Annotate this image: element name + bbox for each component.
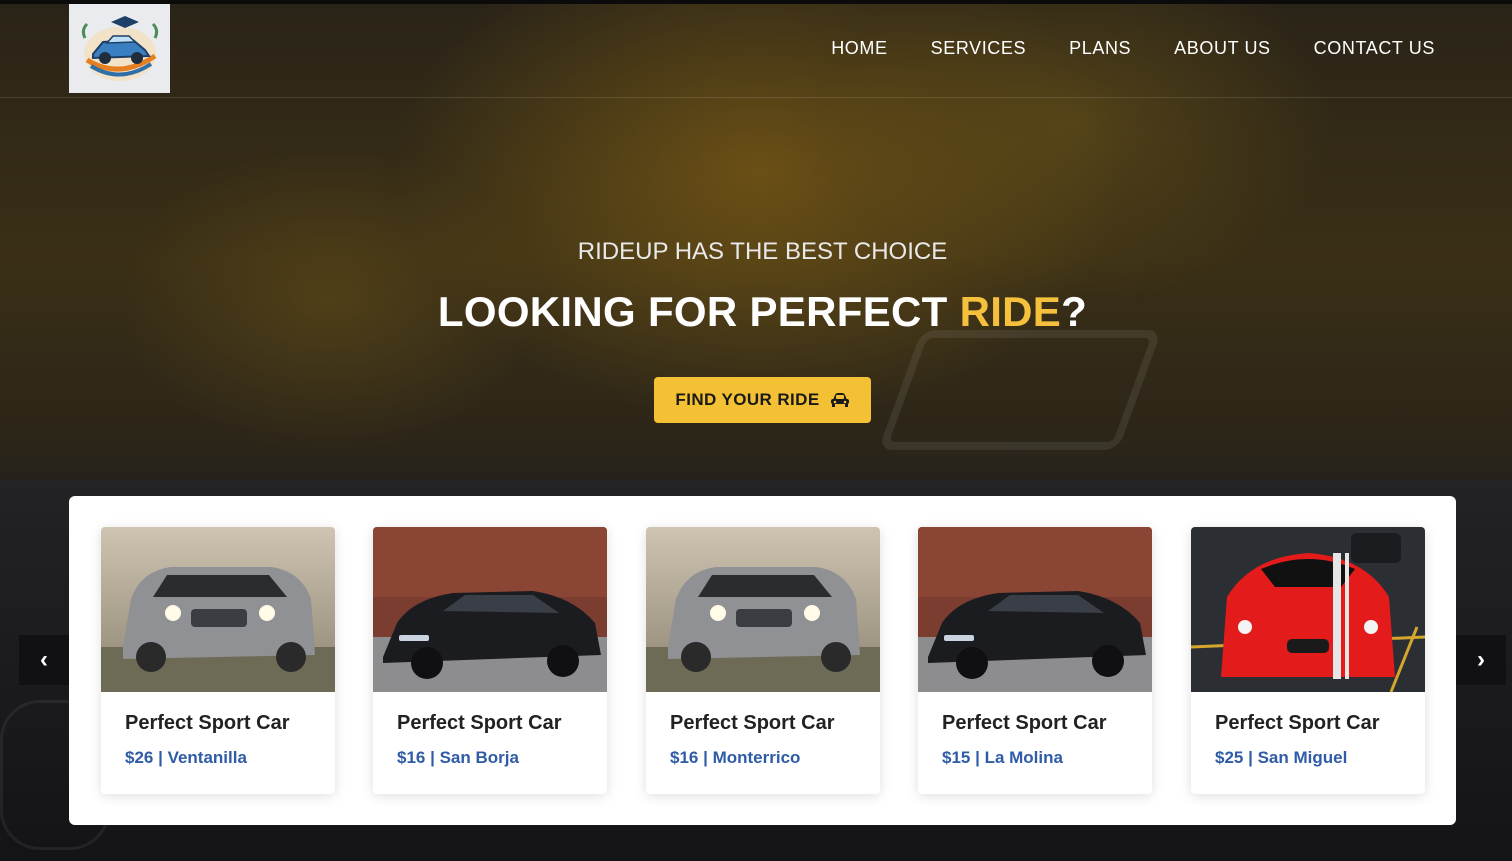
card-title: Perfect Sport Car [397, 712, 562, 734]
car-card[interactable]: Perfect Sport Car $16 | Monterrico [646, 527, 880, 794]
nav-contact-us[interactable]: CONTACT US [1314, 38, 1435, 59]
card-price-location: $26 | Ventanilla [125, 748, 247, 767]
card-title: Perfect Sport Car [1215, 712, 1380, 734]
car-carousel: Perfect Sport Car $26 | Ventanilla Perfe… [69, 496, 1456, 825]
silver-suv-image [646, 527, 880, 692]
nav-plans[interactable]: PLANS [1069, 38, 1131, 59]
hero-title-accent: RIDE [959, 288, 1062, 335]
car-card[interactable]: Perfect Sport Car $15 | La Molina [918, 527, 1152, 794]
nav-home[interactable]: HOME [831, 38, 887, 59]
hero-title: LOOKING FOR PERFECT RIDE? [0, 288, 1512, 336]
car-card[interactable]: Perfect Sport Car $26 | Ventanilla [101, 527, 335, 794]
find-your-ride-button[interactable]: FIND YOUR RIDE [654, 377, 871, 423]
silver-suv-image [101, 527, 335, 692]
black-sedan-image [918, 527, 1152, 692]
chevron-right-icon: › [1477, 646, 1485, 673]
carousel-next-button[interactable]: › [1456, 635, 1506, 685]
card-title: Perfect Sport Car [670, 712, 835, 734]
card-title: Perfect Sport Car [125, 712, 290, 734]
car-card[interactable]: Perfect Sport Car $16 | San Borja [373, 527, 607, 794]
navbar: HOME SERVICES PLANS ABOUT US CONTACT US [0, 4, 1512, 98]
carousel-prev-button[interactable]: ‹ [19, 635, 69, 685]
main-nav: HOME SERVICES PLANS ABOUT US CONTACT US [831, 38, 1435, 59]
car-card[interactable]: Perfect Sport Car $25 | San Miguel [1191, 527, 1425, 794]
site-logo[interactable] [69, 4, 170, 93]
hero-subtitle: RIDEUP HAS THE BEST CHOICE [577, 238, 948, 265]
chevron-left-icon: ‹ [40, 646, 48, 673]
hero-title-suffix: ? [1061, 288, 1088, 335]
nav-about-us[interactable]: ABOUT US [1174, 38, 1271, 59]
car-icon [830, 393, 849, 407]
red-sports-car-image [1191, 527, 1425, 692]
card-price-location: $16 | San Borja [397, 748, 519, 767]
card-price-location: $25 | San Miguel [1215, 748, 1348, 767]
background-headlight-shape [878, 330, 1162, 450]
card-title: Perfect Sport Car [942, 712, 1107, 734]
find-your-ride-label: FIND YOUR RIDE [675, 390, 820, 409]
car-logo-icon [81, 15, 158, 81]
card-price-location: $16 | Monterrico [670, 748, 801, 767]
hero-title-prefix: LOOKING FOR PERFECT [437, 288, 960, 335]
card-price-location: $15 | La Molina [942, 748, 1063, 767]
black-sedan-image [373, 527, 607, 692]
nav-services[interactable]: SERVICES [931, 38, 1027, 59]
